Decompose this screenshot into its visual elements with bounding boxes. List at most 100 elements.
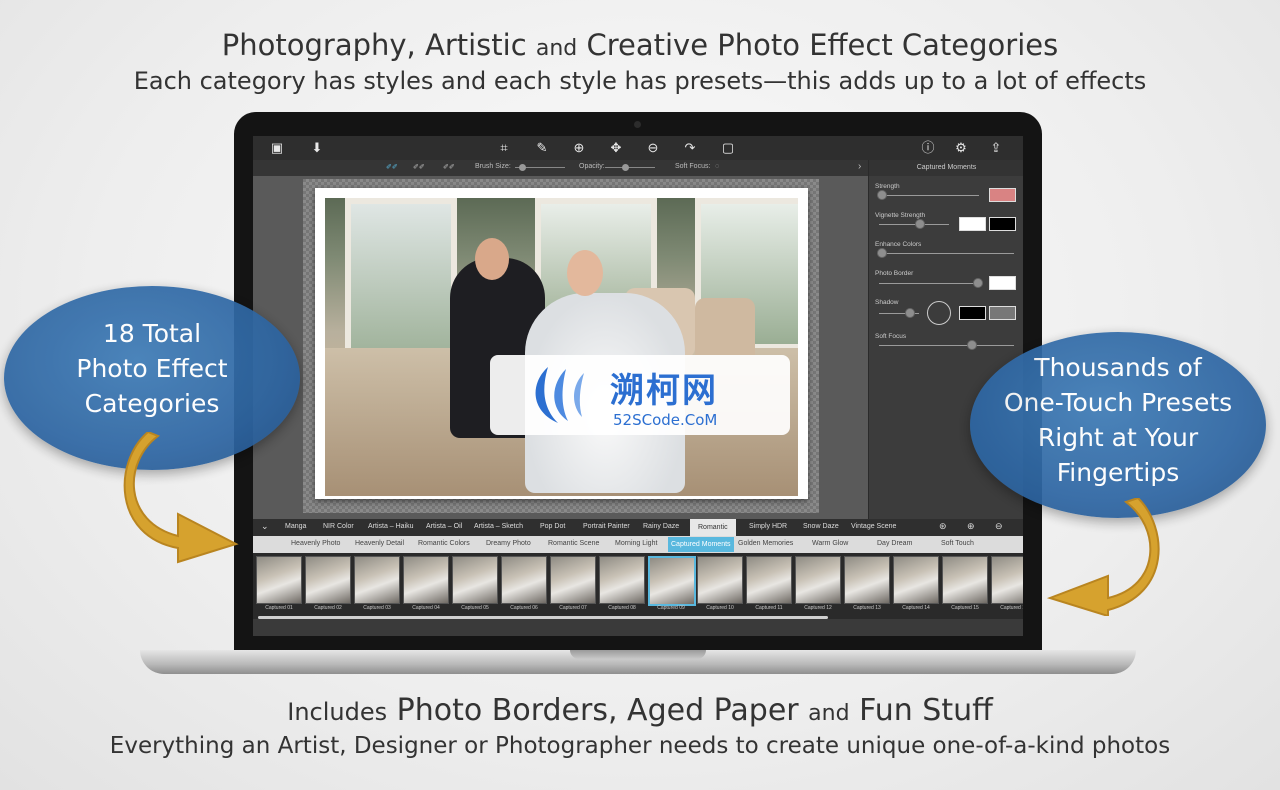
shadow-angle-dial[interactable] bbox=[927, 301, 951, 325]
category-tab[interactable]: Artista – Sketch bbox=[474, 523, 523, 530]
preset-thumbnail[interactable] bbox=[550, 556, 596, 604]
compare-icon[interactable]: ▢ bbox=[720, 140, 736, 156]
style-tab[interactable]: Romantic Colors bbox=[418, 540, 470, 547]
opacity-slider[interactable] bbox=[605, 167, 655, 168]
move-icon[interactable]: ✥ bbox=[608, 140, 624, 156]
watermark-title: 溯柯网 bbox=[610, 371, 718, 411]
preset-label: Captured 06 bbox=[510, 605, 538, 611]
preset-thumbnail[interactable] bbox=[991, 556, 1023, 604]
preset-thumbnail[interactable] bbox=[354, 556, 400, 604]
enhance-knob[interactable] bbox=[877, 248, 887, 258]
preset-thumbnail[interactable] bbox=[697, 556, 743, 604]
category-tab[interactable]: Portrait Painter bbox=[583, 523, 630, 530]
footer-part1: Photo Borders, Aged Paper bbox=[396, 693, 799, 728]
preset-thumbnail[interactable] bbox=[746, 556, 792, 604]
redo-icon[interactable]: ↷ bbox=[682, 140, 698, 156]
style-tab-active[interactable]: Captured Moments bbox=[668, 537, 734, 552]
preset-thumbnail[interactable] bbox=[452, 556, 498, 604]
category-tab-active[interactable]: Romantic bbox=[690, 519, 736, 536]
preset-label: Captured 03 bbox=[363, 605, 391, 611]
strength-knob[interactable] bbox=[877, 190, 887, 200]
photo-image[interactable] bbox=[325, 198, 798, 496]
category-tab[interactable]: Artista – Haiku bbox=[368, 523, 414, 530]
border-knob[interactable] bbox=[973, 278, 983, 288]
category-bar: ⌄ Manga NIR Color Artista – Haiku Artist… bbox=[253, 519, 1023, 536]
chevron-down-icon[interactable]: ⌄ bbox=[261, 521, 269, 532]
soft-focus-slider[interactable] bbox=[879, 345, 1014, 346]
opacity-label: Opacity: bbox=[579, 163, 605, 170]
style-tab[interactable]: Morning Light bbox=[615, 540, 657, 547]
vignette-color-a[interactable] bbox=[959, 217, 986, 231]
title-part2: Creative Photo Effect Categories bbox=[586, 28, 1059, 62]
brush-size-label: Brush Size: bbox=[475, 163, 511, 170]
footer-subtitle: Everything an Artist, Designer or Photog… bbox=[109, 733, 1171, 759]
vignette-color-b[interactable] bbox=[989, 217, 1016, 231]
enhance-slider[interactable] bbox=[879, 253, 1014, 254]
brush-tool-icon[interactable]: ✐✐ bbox=[386, 163, 398, 171]
category-tab[interactable]: Artista – Oil bbox=[426, 523, 462, 530]
preset-thumbnail[interactable] bbox=[599, 556, 645, 604]
vignette-slider[interactable] bbox=[879, 224, 949, 225]
shadow-color-a[interactable] bbox=[959, 306, 986, 320]
style-tab[interactable]: Golden Memories bbox=[738, 540, 793, 547]
zoom-in-icon[interactable]: ⊕ bbox=[571, 140, 587, 156]
category-tab[interactable]: NIR Color bbox=[323, 523, 354, 530]
crop-icon[interactable]: ⌗ bbox=[496, 140, 512, 156]
title-and: and bbox=[535, 36, 578, 61]
preset-thumbnail[interactable] bbox=[305, 556, 351, 604]
info-icon[interactable]: ⓘ bbox=[920, 140, 936, 156]
border-color-swatch[interactable] bbox=[989, 276, 1016, 290]
soft-focus-knob[interactable] bbox=[967, 340, 977, 350]
brush-tool-2-icon[interactable]: ✐✐ bbox=[413, 163, 425, 171]
browse-icon[interactable]: ▣ bbox=[269, 140, 285, 156]
preset-label: Captured 15 bbox=[951, 605, 979, 611]
favorites-icon[interactable]: ⊛ bbox=[939, 521, 947, 532]
add-icon[interactable]: ⊕ bbox=[967, 521, 975, 532]
brush-icon[interactable]: ✎ bbox=[534, 140, 550, 156]
preset-scrollbar[interactable] bbox=[258, 616, 828, 619]
preset-thumbnail[interactable] bbox=[942, 556, 988, 604]
category-tab[interactable]: Rainy Daze bbox=[643, 523, 679, 530]
style-tab[interactable]: Heavenly Photo bbox=[291, 540, 340, 547]
shadow-color-b[interactable] bbox=[989, 306, 1016, 320]
category-tab[interactable]: Pop Dot bbox=[540, 523, 565, 530]
preset-thumbnail[interactable] bbox=[501, 556, 547, 604]
category-tab[interactable]: Vintage Scene bbox=[851, 523, 896, 530]
style-tab[interactable]: Heavenly Detail bbox=[355, 540, 404, 547]
category-tab[interactable]: Snow Daze bbox=[803, 523, 839, 530]
style-tab[interactable]: Soft Touch bbox=[941, 540, 974, 547]
preset-thumbnail[interactable] bbox=[893, 556, 939, 604]
shadow-knob[interactable] bbox=[905, 308, 915, 318]
preset-thumbnail[interactable] bbox=[795, 556, 841, 604]
soft-focus-icon[interactable]: ◌ bbox=[715, 163, 719, 170]
preset-strip: Captured 01 Captured 02 Captured 03 Capture… bbox=[253, 553, 1023, 619]
remove-icon[interactable]: ⊖ bbox=[995, 521, 1003, 532]
eraser-tool-icon[interactable]: ✐✐ bbox=[443, 163, 455, 171]
preset-label: Captured 05 bbox=[461, 605, 489, 611]
style-tab[interactable]: Warm Glow bbox=[812, 540, 848, 547]
settings-icon[interactable]: ⚙ bbox=[953, 140, 969, 156]
style-tab[interactable]: Day Dream bbox=[877, 540, 912, 547]
vignette-knob[interactable] bbox=[915, 219, 925, 229]
preset-thumbnail[interactable] bbox=[256, 556, 302, 604]
chevron-right-icon[interactable]: › bbox=[858, 161, 861, 172]
share-icon[interactable]: ⇪ bbox=[988, 140, 1004, 156]
style-bar: Heavenly Photo Heavenly Detail Romantic … bbox=[253, 536, 1023, 553]
preset-thumbnail[interactable] bbox=[844, 556, 890, 604]
preset-label: Captured 11 bbox=[755, 605, 783, 611]
save-icon[interactable]: ⬇ bbox=[309, 140, 325, 156]
preset-thumbnail[interactable] bbox=[403, 556, 449, 604]
category-tab[interactable]: Simply HDR bbox=[749, 523, 787, 530]
border-slider[interactable] bbox=[879, 283, 979, 284]
preset-thumbnail[interactable] bbox=[648, 556, 696, 606]
zoom-out-icon[interactable]: ⊖ bbox=[645, 140, 661, 156]
style-tab[interactable]: Dreamy Photo bbox=[486, 540, 531, 547]
photo-bride-head bbox=[567, 250, 603, 296]
brush-size-knob[interactable] bbox=[519, 164, 526, 171]
style-tab[interactable]: Romantic Scene bbox=[548, 540, 599, 547]
category-tab[interactable]: Manga bbox=[285, 523, 306, 530]
opacity-knob[interactable] bbox=[622, 164, 629, 171]
strength-slider[interactable] bbox=[879, 195, 979, 196]
wing-logo-icon bbox=[535, 367, 584, 423]
strength-color-swatch[interactable] bbox=[989, 188, 1016, 202]
